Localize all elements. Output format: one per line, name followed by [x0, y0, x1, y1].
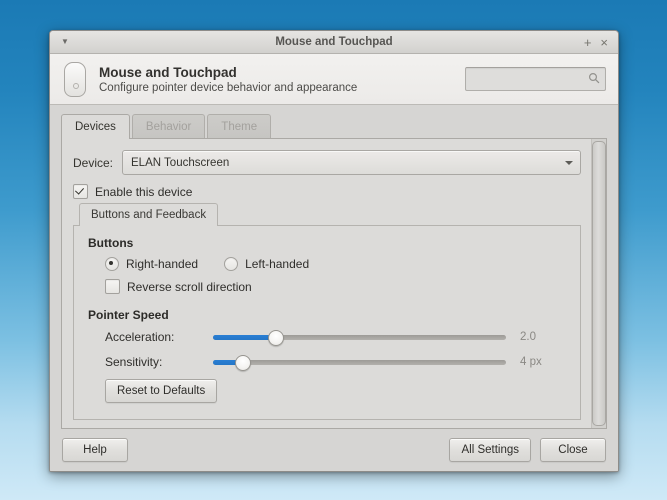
help-button[interactable]: Help: [62, 438, 128, 462]
window-titlebar: ▼ Mouse and Touchpad + ×: [50, 31, 618, 54]
sensitivity-slider-knob[interactable]: [235, 355, 251, 371]
inner-tab-row: Buttons and Feedback: [73, 202, 581, 225]
tab-behavior[interactable]: Behavior: [132, 114, 205, 138]
maximize-button[interactable]: +: [584, 36, 592, 49]
device-label: Device:: [73, 156, 113, 170]
device-dropdown[interactable]: ELAN Touchscreen: [122, 150, 581, 175]
window-title: Mouse and Touchpad: [50, 36, 618, 48]
main-tab-row: Devices Behavior Theme: [50, 114, 618, 138]
radio-right-handed-label: Right-handed: [126, 257, 198, 271]
window-body: Devices Behavior Theme Device: ELAN Touc…: [50, 105, 618, 471]
search-icon: [588, 72, 600, 87]
acceleration-slider[interactable]: [213, 329, 506, 345]
tab-theme[interactable]: Theme: [207, 114, 271, 138]
dialog-action-bar: Help All Settings Close: [50, 429, 618, 471]
acceleration-row: Acceleration: 2.0: [105, 329, 568, 345]
reverse-scroll-label: Reverse scroll direction: [127, 280, 252, 294]
window-controls: + ×: [584, 36, 618, 49]
tab-devices-label: Devices: [75, 121, 116, 133]
handedness-radio-group: Right-handed Left-handed: [105, 257, 568, 271]
mouse-icon: [64, 62, 86, 97]
mouse-and-touchpad-window: ▼ Mouse and Touchpad + × Mouse and Touch…: [49, 30, 619, 472]
radio-right-handed-indicator[interactable]: [105, 257, 119, 271]
reverse-scroll-checkbox-box[interactable]: [105, 279, 120, 294]
vertical-scrollbar-thumb[interactable]: [592, 141, 606, 426]
vertical-scrollbar[interactable]: [591, 139, 606, 428]
acceleration-slider-fill: [213, 335, 275, 340]
tab-buttons-and-feedback-label: Buttons and Feedback: [91, 209, 206, 221]
pointer-speed-section-title: Pointer Speed: [88, 308, 568, 322]
page-title: Mouse and Touchpad: [99, 65, 357, 80]
close-window-button[interactable]: ×: [600, 36, 608, 49]
tab-theme-label: Theme: [221, 121, 257, 133]
radio-left-handed-label: Left-handed: [245, 257, 309, 271]
enable-device-label: Enable this device: [95, 185, 192, 199]
acceleration-value: 2.0: [506, 331, 568, 343]
sensitivity-slider[interactable]: [213, 354, 506, 370]
reset-wrap: Reset to Defaults: [105, 379, 568, 403]
enable-device-checkbox-box[interactable]: [73, 184, 88, 199]
radio-left-handed[interactable]: Left-handed: [224, 257, 309, 271]
sensitivity-value: 4 px: [506, 356, 568, 368]
header-text: Mouse and Touchpad Configure pointer dev…: [99, 65, 357, 94]
search-box[interactable]: [465, 67, 606, 91]
search-input[interactable]: [472, 73, 585, 85]
reset-to-defaults-button[interactable]: Reset to Defaults: [105, 379, 217, 403]
pointer-speed-section-body: Acceleration: 2.0 Sensitivity:: [88, 329, 568, 403]
window-menu-triangle-icon[interactable]: ▼: [50, 38, 76, 46]
all-settings-button[interactable]: All Settings: [449, 438, 531, 462]
page-header: Mouse and Touchpad Configure pointer dev…: [50, 54, 618, 105]
acceleration-slider-knob[interactable]: [268, 330, 284, 346]
devices-page: Device: ELAN Touchscreen Enable this dev…: [61, 138, 607, 429]
radio-right-handed[interactable]: Right-handed: [105, 257, 198, 271]
device-selector-row: Device: ELAN Touchscreen: [73, 150, 581, 175]
sensitivity-slider-track[interactable]: [213, 360, 506, 365]
enable-device-checkbox[interactable]: Enable this device: [73, 184, 581, 199]
tab-devices[interactable]: Devices: [61, 114, 130, 139]
close-button[interactable]: Close: [540, 438, 606, 462]
reverse-scroll-checkbox[interactable]: Reverse scroll direction: [105, 279, 568, 294]
sensitivity-label: Sensitivity:: [105, 355, 213, 369]
tab-buttons-and-feedback[interactable]: Buttons and Feedback: [79, 203, 218, 226]
buttons-section-title: Buttons: [88, 236, 568, 250]
device-dropdown-value: ELAN Touchscreen: [131, 157, 229, 169]
tab-behavior-label: Behavior: [146, 121, 191, 133]
inner-notebook: Buttons and Feedback Buttons Right-hande…: [73, 202, 581, 420]
section-divider: [88, 294, 568, 308]
page-subtitle: Configure pointer device behavior and ap…: [99, 82, 357, 94]
chevron-down-icon: [565, 161, 573, 165]
acceleration-label: Acceleration:: [105, 330, 213, 344]
buttons-and-feedback-panel: Buttons Right-handed Left-handed: [73, 225, 581, 420]
buttons-section-body: Right-handed Left-handed Reverse scroll …: [88, 257, 568, 294]
sensitivity-row: Sensitivity: 4 px: [105, 354, 568, 370]
devices-page-content: Device: ELAN Touchscreen Enable this dev…: [62, 139, 591, 428]
radio-left-handed-indicator[interactable]: [224, 257, 238, 271]
